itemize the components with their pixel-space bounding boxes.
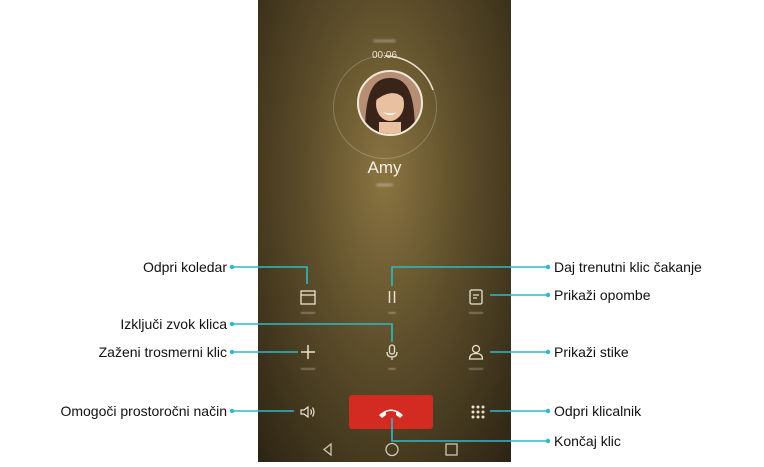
callout-mute: Izključi zvok klica (120, 316, 227, 332)
callout-contacts: Prikaži stike (554, 344, 629, 360)
callout-calendar: Odpri koledar (142, 259, 227, 275)
callout-line-hold (391, 266, 548, 286)
callout-dialpad: Odpri klicalnik (554, 403, 642, 419)
callout-line-calendar (232, 266, 308, 284)
callout-hold: Daj trenutni klic čakanje (554, 259, 702, 275)
callout-line-end-call (391, 418, 548, 442)
callout-add-call: Zaženi trosmerni klic (98, 344, 227, 360)
callout-end-call: Končaj klic (554, 433, 621, 449)
callout-notes: Prikaži opombe (554, 287, 651, 303)
callout-lines (229, 264, 551, 444)
callout-line-mute (232, 323, 393, 342)
callout-speaker: Omogoči prostoročni način (60, 403, 227, 419)
